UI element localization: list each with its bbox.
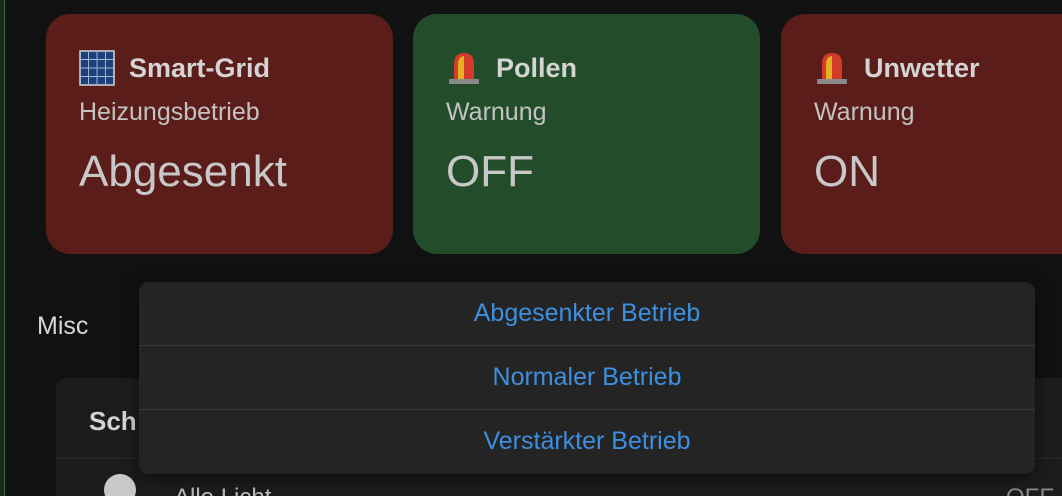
card-title: Smart-Grid: [129, 52, 271, 83]
dashboard-screen: Smart-Grid Heizungsbetrieb Abgesenkt Pol…: [0, 0, 1062, 496]
card-subtitle: Heizungsbetrieb: [79, 98, 260, 126]
card-header: Unwetter: [814, 48, 1062, 88]
siren-icon: [446, 50, 482, 86]
card-subtitle: Warnung: [446, 98, 547, 126]
action-menu: Abgesenkter Betrieb Normaler Betrieb Ver…: [139, 282, 1035, 474]
card-subtitle: Warnung: [814, 98, 915, 126]
card-header: Smart-Grid: [79, 48, 393, 88]
light-toggle-icon[interactable]: [104, 474, 136, 496]
card-smart-grid[interactable]: Smart-Grid Heizungsbetrieb Abgesenkt: [46, 14, 393, 254]
card-pollen[interactable]: Pollen Warnung OFF: [413, 14, 760, 254]
card-value: Abgesenkt: [79, 147, 287, 196]
card-title: Unwetter: [864, 52, 980, 83]
menu-item-normal[interactable]: Normaler Betrieb: [139, 346, 1035, 410]
card-value: ON: [814, 147, 880, 196]
solar-panel-icon: [79, 50, 115, 86]
panel-header: Sch: [89, 406, 137, 436]
menu-item-verstaerkt[interactable]: Verstärkter Betrieb: [139, 410, 1035, 473]
card-value: OFF: [446, 147, 534, 196]
card-unwetter[interactable]: Unwetter Warnung ON: [781, 14, 1062, 254]
card-header: Pollen: [446, 48, 760, 88]
row-label: Alle Licht: [174, 484, 271, 496]
window-edge: [0, 0, 5, 496]
row-state: OFF: [1006, 484, 1054, 496]
siren-icon: [814, 50, 850, 86]
menu-item-abgesenkt[interactable]: Abgesenkter Betrieb: [139, 282, 1035, 346]
card-title: Pollen: [496, 52, 578, 83]
section-title: Misc: [37, 312, 89, 340]
